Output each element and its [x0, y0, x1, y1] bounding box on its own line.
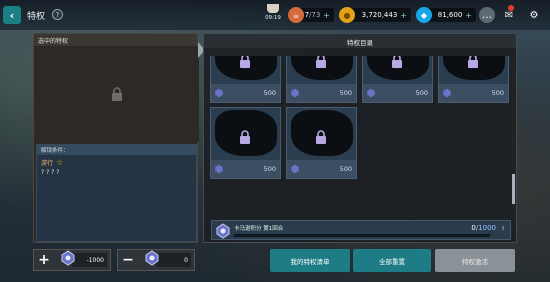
progress-max: /1000 [475, 224, 496, 232]
reset-all-button[interactable]: 全部重置 [353, 249, 431, 272]
card-footer: 500 [211, 160, 280, 178]
diamond-icon: ◆ [416, 7, 432, 23]
card-footer: 500 [211, 84, 280, 102]
condition-value: ? ? ? ? [41, 169, 60, 176]
gem-value: 81,600 [437, 11, 463, 19]
help-icon[interactable]: ? [52, 9, 63, 20]
star-icon: ☆ [56, 158, 64, 167]
lock-icon [316, 56, 326, 68]
settings-gear-icon[interactable]: ⚙ [526, 7, 542, 23]
privilege-card[interactable]: 500 [362, 56, 433, 103]
emblem-icon [291, 164, 299, 174]
privilege-card[interactable]: 500 [210, 107, 281, 179]
increase-value: -1000 [61, 250, 107, 267]
increase-stepper[interactable]: + -1000 [33, 249, 111, 271]
coffee-icon [267, 4, 279, 13]
progress-value: 0/1000 [471, 224, 496, 232]
stamina-counter[interactable]: ☕ 57/73 + [288, 7, 334, 23]
card-footer: 500 [363, 84, 432, 102]
lock-icon [240, 56, 250, 68]
lock-icon [111, 87, 122, 101]
privilege-card[interactable]: 500 [286, 56, 357, 103]
unlock-condition-title: 解锁条件： [37, 145, 196, 155]
card-footer: 500 [287, 84, 356, 102]
privilege-grid: 500 500 500 500 500 500 [210, 56, 510, 216]
lock-icon [240, 130, 250, 144]
emblem-icon [61, 250, 75, 266]
emblem-icon [145, 250, 159, 266]
card-footer: 500 [287, 160, 356, 178]
catalog-title: 特权目录 [204, 34, 516, 48]
card-cost: 500 [415, 89, 428, 97]
chat-icon[interactable]: … [479, 7, 495, 23]
decrease-stepper[interactable]: − 0 [117, 249, 195, 271]
minus-icon[interactable]: − [118, 250, 138, 270]
top-bar: ‹ 特权 ? 09:19 ☕ 57/73 + ● 3,720,443 + ◆ 8… [0, 0, 550, 30]
stamina-max: /73 [309, 11, 321, 19]
page-title: 特权 [27, 12, 46, 22]
lock-icon [468, 56, 478, 68]
emblem-icon [215, 164, 223, 174]
card-cost: 500 [263, 165, 276, 173]
card-footer: 500 [439, 84, 508, 102]
add-stamina-icon[interactable]: + [323, 11, 330, 20]
emblem-icon [367, 88, 375, 98]
card-cost: 500 [339, 89, 352, 97]
selected-privilege-panel: 选中的特权 解锁条件： 游行 ☆ ? ? ? ? [33, 33, 199, 243]
privilege-card[interactable]: 500 [210, 56, 281, 103]
activate-privilege-button[interactable]: 特权激活 [435, 249, 515, 272]
card-cost: 500 [339, 165, 352, 173]
selected-privilege-title: 选中的特权 [34, 34, 197, 46]
my-privilege-list-button[interactable]: 我的特权清单 [270, 249, 350, 272]
emblem-icon [291, 88, 299, 98]
progress-bar [234, 234, 490, 237]
gold-counter[interactable]: ● 3,720,443 + [339, 7, 411, 23]
stamina-icon: ☕ [288, 7, 304, 23]
help-icon[interactable]: ? [498, 226, 508, 236]
add-gems-icon[interactable]: + [465, 11, 472, 20]
decrease-value-text: 0 [184, 256, 188, 264]
increase-value-text: -1000 [86, 256, 104, 264]
plus-icon[interactable]: + [34, 250, 54, 270]
selected-privilege-image [34, 46, 199, 142]
stamina-timer: 09:19 [262, 4, 284, 21]
scrollbar-thumb[interactable] [512, 174, 515, 204]
emblem-icon [443, 88, 451, 98]
privilege-catalog-panel: 特权目录 500 500 500 500 500 500 卡马逊积分 第1回合 … [203, 33, 517, 243]
points-progress: 卡马逊积分 第1回合 0/1000 ? [211, 220, 511, 240]
back-button[interactable]: ‹ [3, 6, 21, 24]
timer-text: 09:19 [265, 15, 281, 21]
notification-dot [508, 5, 514, 11]
unlock-condition-box: 解锁条件： 游行 ☆ ? ? ? ? [36, 144, 197, 242]
gem-counter[interactable]: ◆ 81,600 + [416, 7, 476, 23]
privilege-card[interactable]: 500 [286, 107, 357, 179]
coin-icon: ● [339, 7, 355, 23]
add-gold-icon[interactable]: + [400, 11, 407, 20]
condition-text: 游行 [41, 160, 54, 167]
chevron-left-icon: ‹ [9, 8, 15, 22]
scrollbar[interactable] [512, 56, 515, 216]
progress-label: 卡马逊积分 第1回合 [234, 226, 284, 232]
condition-row: 游行 ☆ [37, 155, 196, 167]
gold-value: 3,720,443 [361, 11, 398, 19]
card-cost: 500 [491, 89, 504, 97]
emblem-icon [216, 223, 230, 239]
decrease-value: 0 [145, 250, 191, 267]
lock-icon [392, 56, 402, 68]
lock-icon [316, 130, 326, 144]
privilege-card[interactable]: 500 [438, 56, 509, 103]
emblem-icon [215, 88, 223, 98]
card-cost: 500 [263, 89, 276, 97]
